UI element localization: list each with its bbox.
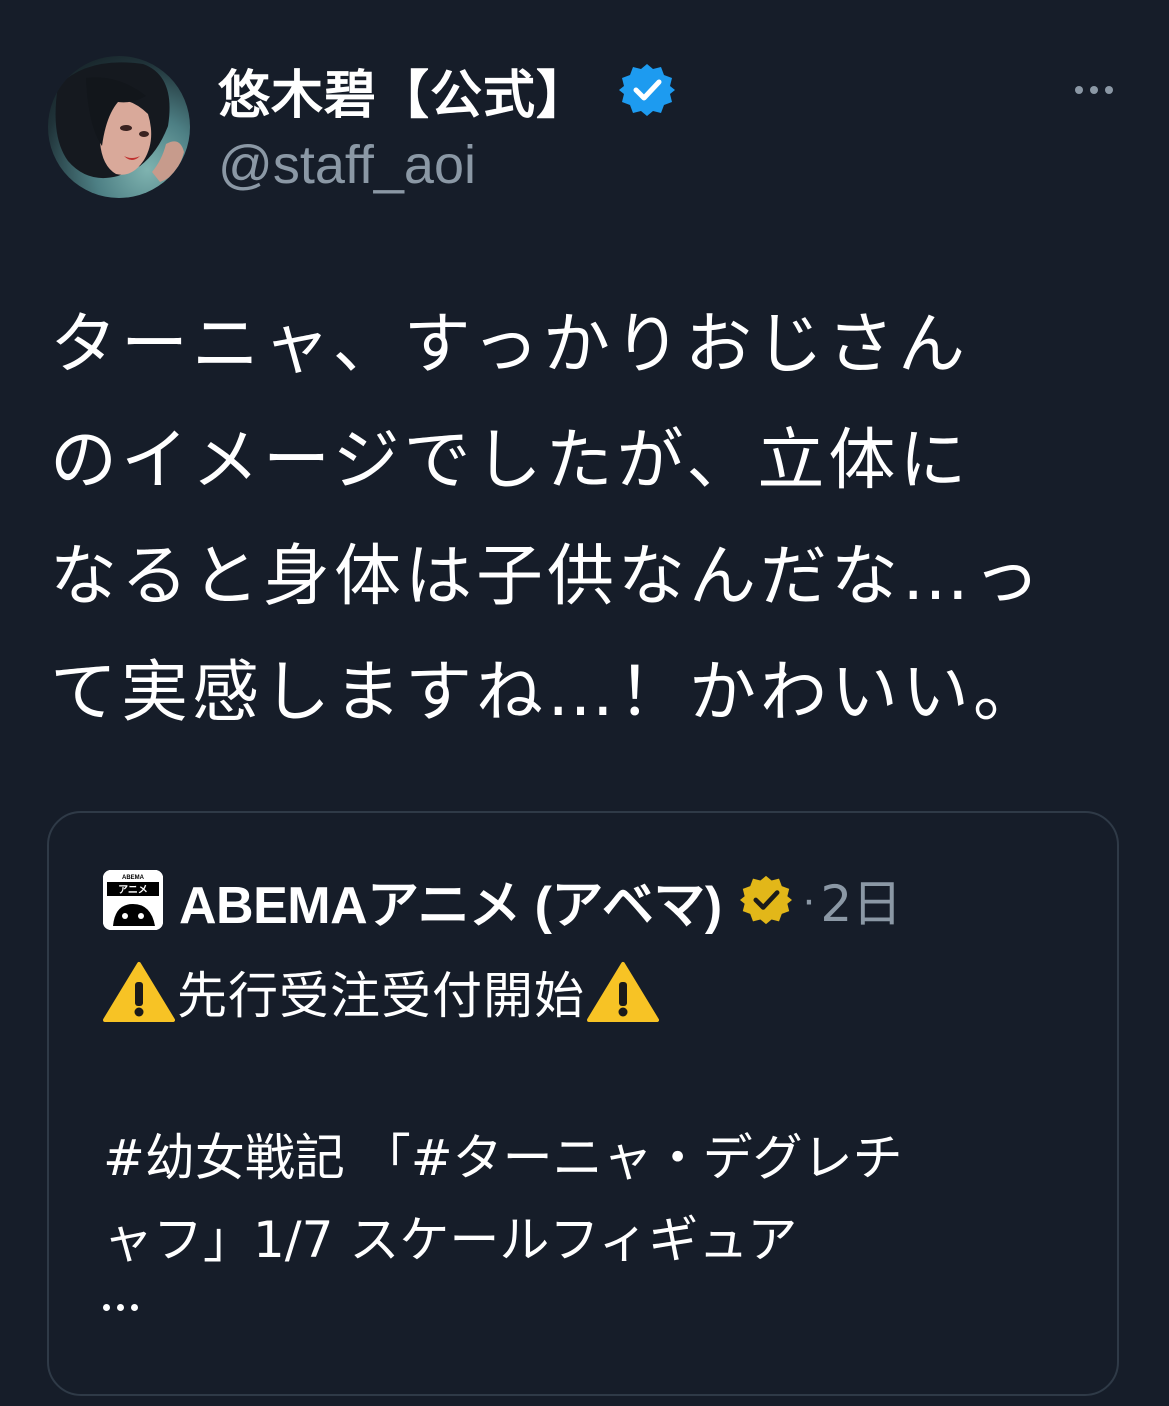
quoted-headline: 先行受注受付開始 [103,951,1083,1033]
quoted-tweet-header: ABEMA アニメ ABEMAアニメ (アベマ) · 2日 [103,864,902,936]
avatar-label: アニメ [118,884,148,896]
tweet-text-line: ターニャ、すっかりおじさん [50,305,969,383]
blue-check-icon [619,62,676,118]
more-dot [1105,86,1113,94]
author-display-name[interactable]: 悠木碧【公式】 [218,53,589,128]
more-horizontal-icon[interactable] [1068,70,1120,110]
quoted-body-line: #幼女戦記 「#ターニャ・デグレチ [103,1129,903,1187]
author-handle[interactable]: @staff_aoi [218,134,476,196]
tweet-text: ターニャ、すっかりおじさん のイメージでしたが、立体に なると身体は子供なんだな… [50,286,1130,750]
avatar-portrait [55,62,184,182]
quoted-body-line: ャフ」1/7 スケールフィギュア [103,1211,798,1269]
quoted-tweet-text: 先行受注受付開始 #幼女戦記 「#ターニャ・デグレチ ャフ」1/7 スケールフィ… [103,951,1083,1337]
ellipsis-dot [131,1303,138,1311]
quoted-headline-text: 先行受注受付開始 [177,967,585,1025]
quoted-tweet-card[interactable]: ABEMA アニメ ABEMAアニメ (アベマ) · 2日 先行受注受付開始 #… [47,811,1119,1396]
gold-check-icon [739,874,792,926]
ellipsis-dot [117,1303,124,1311]
ellipsis-dot [103,1303,110,1311]
quoted-author-name[interactable]: ABEMAアニメ (アベマ) [179,863,722,938]
avatar-label-top: ABEMA [122,875,145,881]
warning-icon [103,960,175,1024]
more-dot [1090,86,1098,94]
tweet-text-line: なると身体は子供なんだな…っ [50,537,1044,615]
tweet-text-line: て実感しますね…！かわいい。 [50,653,1044,731]
quoted-author-avatar: ABEMA アニメ [103,870,163,930]
tweet-detail-screen: 悠木碧【公式】 @staff_aoi ターニャ、すっかりおじさん のイメージでし… [0,0,1169,1406]
warning-icon [587,960,659,1024]
tweet-text-line: のイメージでしたが、立体に [50,421,971,499]
author-name-row[interactable]: 悠木碧【公式】 [218,52,676,128]
time-separator: · [801,875,817,924]
more-dot [1075,86,1083,94]
truncation-ellipsis [103,1277,1083,1337]
author-avatar[interactable] [48,56,190,198]
quoted-tweet-time[interactable]: 2日 [820,864,902,936]
